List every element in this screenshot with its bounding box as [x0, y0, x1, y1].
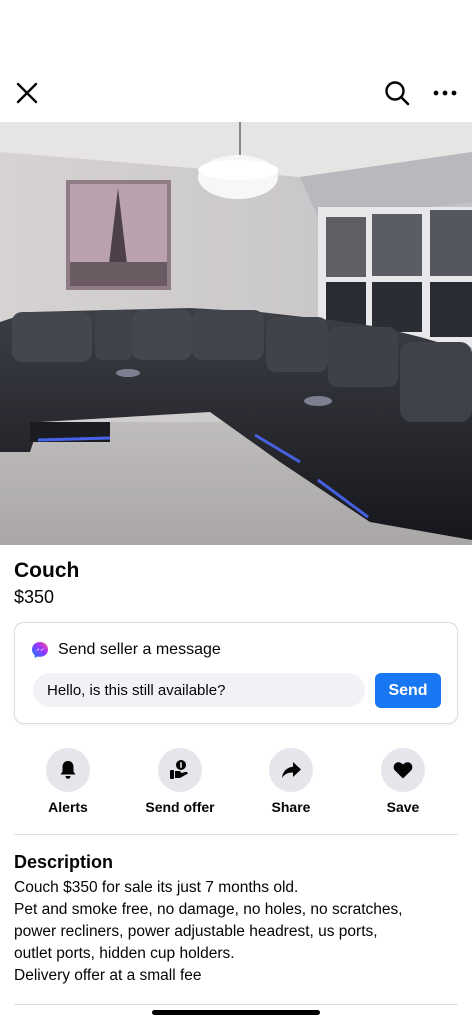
send-offer-label: Send offer: [145, 799, 215, 815]
description-line: power recliners, power adjustable headre…: [14, 923, 378, 940]
share-action[interactable]: Share: [241, 748, 341, 815]
description-text: Couch $350 for sale its just 7 months ol…: [14, 877, 460, 987]
description-line: Delivery offer at a small fee: [14, 967, 202, 984]
save-button[interactable]: [381, 748, 425, 792]
bell-icon: [60, 761, 76, 779]
listing-photo[interactable]: [0, 122, 472, 545]
description-line: outlet ports, hidden cup holders.: [14, 945, 235, 962]
share-arrow-icon: [282, 762, 301, 778]
alerts-action[interactable]: Alerts: [18, 748, 118, 815]
save-label: Save: [386, 799, 420, 815]
message-header-label: Send seller a message: [58, 641, 221, 658]
alerts-button[interactable]: [46, 748, 90, 792]
home-indicator[interactable]: [152, 1010, 320, 1015]
message-header: Send seller a message: [31, 641, 221, 659]
section-divider: [14, 1004, 458, 1005]
listing-price: $350: [14, 587, 55, 607]
share-label: Share: [271, 799, 311, 815]
description-line: Couch $350 for sale its just 7 months ol…: [14, 879, 299, 896]
message-input[interactable]: Hello, is this still available?: [33, 673, 365, 707]
more-options-icon: [433, 90, 457, 96]
share-button[interactable]: [269, 748, 313, 792]
close-button[interactable]: [10, 76, 44, 110]
send-button[interactable]: Send: [375, 673, 441, 708]
search-button[interactable]: [380, 76, 414, 110]
send-offer-action[interactable]: Send offer: [130, 748, 230, 815]
send-offer-button[interactable]: [158, 748, 202, 792]
send-seller-message-card: Send seller a message Hello, is this sti…: [14, 622, 458, 724]
more-options-button[interactable]: [428, 76, 462, 110]
listing-actions: Alerts Send offer Share Save: [0, 748, 472, 818]
search-icon: [385, 81, 410, 106]
messenger-icon: [32, 642, 48, 658]
listing-title: Couch: [14, 559, 80, 582]
alerts-label: Alerts: [48, 799, 88, 815]
close-icon: [16, 82, 38, 104]
offer-hand-icon: [170, 760, 188, 779]
section-divider: [14, 834, 458, 835]
top-bar: [0, 70, 472, 116]
save-action[interactable]: Save: [353, 748, 453, 815]
couch-photo-image: [0, 122, 472, 545]
heart-icon: [393, 762, 413, 779]
description-line: Pet and smoke free, no damage, no holes,…: [14, 901, 403, 918]
description-heading: Description: [14, 852, 114, 872]
